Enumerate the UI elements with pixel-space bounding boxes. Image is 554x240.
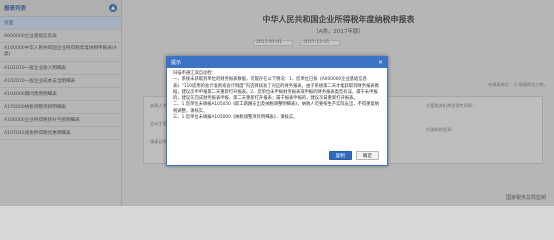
dialog-titlebar: 提示 × — [167, 57, 387, 68]
close-icon[interactable]: × — [378, 59, 383, 66]
dialog-buttons: 复制 确定 — [328, 151, 379, 160]
copy-button[interactable]: 复制 — [328, 151, 352, 160]
dialog-line: 一、系统未获取到单位的财务报表数据，可能存在以下情况：1、您单位已按《A0000… — [173, 77, 380, 102]
confirm-button[interactable]: 确定 — [355, 151, 379, 160]
notice-dialog: 提示 × 扫描申通江滨自动检： 一、系统未获取到单位的财务报表数据，可能存在以下… — [166, 56, 388, 166]
dialog-title: 提示 — [171, 60, 182, 66]
dialog-line: 二、1.您单位未填报A105050《职工薪酬支出及纳税调整明细表》，纳税人可要按… — [173, 102, 380, 114]
dialog-message: 扫描申通江滨自动检： 一、系统未获取到单位的财务报表数据，可能存在以下情况：1、… — [167, 68, 387, 124]
dialog-line: 三、1.您单位未填报A105000《纳税调整项目明细表》，请核实。 — [173, 115, 298, 121]
